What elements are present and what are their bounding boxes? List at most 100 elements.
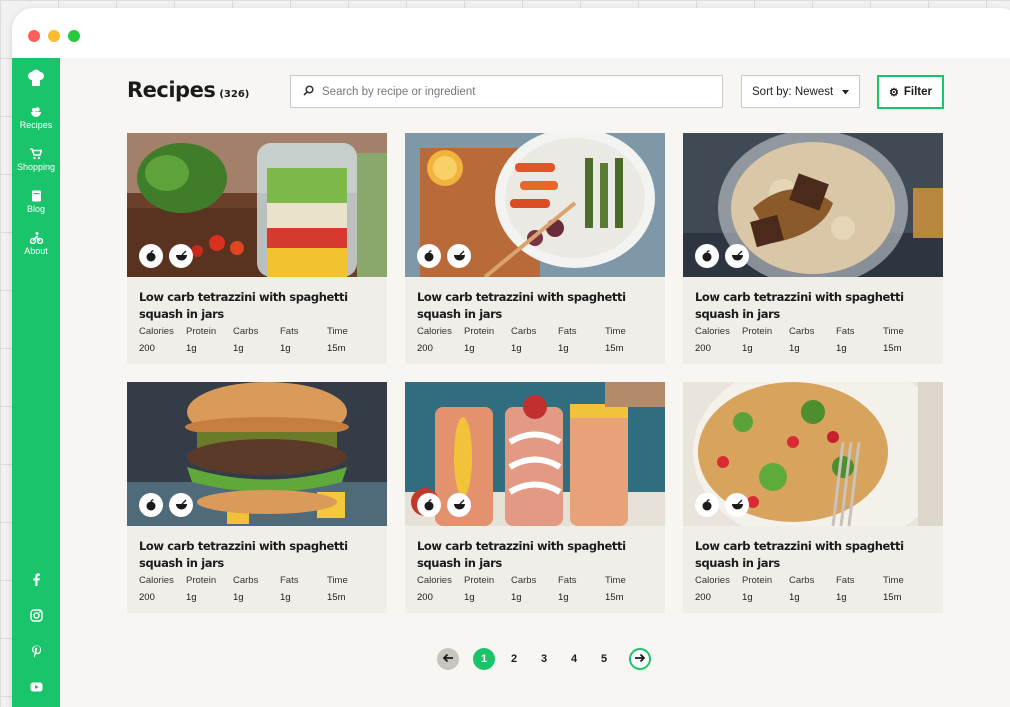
stat-time: Time 15m (327, 326, 367, 354)
sidebar: Recipes Shopping Blog About (12, 58, 60, 707)
sidebar-item-about[interactable]: About (12, 232, 60, 256)
pagination: 1 2 3 4 5 (437, 648, 659, 670)
instagram-icon[interactable] (12, 609, 60, 622)
sidebar-item-label: Shopping (16, 162, 56, 172)
stat-fats: Fats 1g (558, 575, 605, 603)
stat-label: Calories (417, 326, 452, 337)
stat-protein: Protein 1g (742, 575, 789, 603)
apple-icon[interactable] (695, 493, 719, 517)
stat-carbs: Carbs 1g (511, 575, 558, 603)
next-page-button[interactable] (629, 648, 651, 670)
search-box[interactable] (290, 75, 723, 108)
recipe-photo[interactable] (405, 133, 665, 277)
chef-hat-icon[interactable] (12, 68, 60, 93)
stat-fats: Fats 1g (280, 575, 327, 603)
stat-value: 200 (417, 592, 433, 603)
bowl-icon[interactable] (725, 493, 749, 517)
youtube-icon[interactable] (12, 682, 60, 692)
stat-value: 15m (883, 343, 902, 354)
stat-value: 200 (139, 343, 155, 354)
stat-value: 1g (280, 343, 291, 354)
filter-button[interactable]: ⚙ Filter (877, 75, 944, 109)
stat-label: Time (883, 575, 904, 586)
minimize-window-button[interactable] (48, 30, 60, 42)
facebook-icon[interactable] (12, 573, 60, 586)
recipe-title[interactable]: Low carb tetrazzini with spaghetti squas… (695, 289, 930, 323)
pinterest-icon[interactable] (12, 645, 60, 658)
bowl-icon[interactable] (447, 244, 471, 268)
stat-value: 1g (558, 343, 569, 354)
stat-label: Fats (280, 575, 299, 586)
page-button-4[interactable]: 4 (563, 648, 585, 670)
recipe-card[interactable]: Low carb tetrazzini with spaghetti squas… (127, 133, 387, 364)
recipe-photo[interactable] (405, 382, 665, 526)
recipe-photo[interactable] (127, 382, 387, 526)
stat-protein: Protein 1g (186, 326, 233, 354)
recipe-title[interactable]: Low carb tetrazzini with spaghetti squas… (695, 538, 930, 572)
caret-down-icon (842, 86, 849, 98)
stat-calories: Calories 200 (139, 326, 186, 354)
stat-time: Time 15m (605, 326, 645, 354)
recipe-stats: Calories 200 Protein 1g Carbs 1g Fats 1g Time 15m (139, 575, 367, 603)
recipe-photo[interactable] (683, 133, 943, 277)
stat-label: Calories (695, 326, 730, 337)
sidebar-item-label: About (24, 246, 48, 256)
stat-label: Carbs (233, 575, 259, 586)
stat-label: Fats (558, 575, 577, 586)
search-icon (303, 83, 314, 101)
stat-value: 15m (327, 592, 346, 603)
stat-label: Calories (417, 575, 452, 586)
stat-value: 1g (511, 343, 522, 354)
sort-label: Sort by: Newest (752, 85, 834, 98)
apple-icon[interactable] (417, 244, 441, 268)
search-input[interactable] (322, 85, 702, 98)
recipe-card[interactable]: Low carb tetrazzini with spaghetti squas… (683, 133, 943, 364)
stat-calories: Calories 200 (417, 326, 464, 354)
close-window-button[interactable] (28, 30, 40, 42)
recipe-card[interactable]: Low carb tetrazzini with spaghetti squas… (405, 382, 665, 613)
recipe-card[interactable]: Low carb tetrazzini with spaghetti squas… (127, 382, 387, 613)
bowl-icon[interactable] (725, 244, 749, 268)
bowl-icon[interactable] (447, 493, 471, 517)
stat-label: Carbs (789, 326, 815, 337)
recipe-card[interactable]: Low carb tetrazzini with spaghetti squas… (683, 382, 943, 613)
recipe-photo[interactable] (127, 133, 387, 277)
page-button-1[interactable]: 1 (473, 648, 495, 670)
page-button-5[interactable]: 5 (593, 648, 615, 670)
page-button-2[interactable]: 2 (503, 648, 525, 670)
bowl-icon[interactable] (169, 493, 193, 517)
apple-icon[interactable] (695, 244, 719, 268)
stat-value: 1g (511, 592, 522, 603)
stat-value: 1g (558, 592, 569, 603)
stat-value: 200 (695, 343, 711, 354)
stat-fats: Fats 1g (836, 575, 883, 603)
page-title-text: Recipes (127, 78, 216, 102)
apple-icon[interactable] (139, 244, 163, 268)
stat-label: Time (605, 575, 626, 586)
sidebar-item-label: Blog (26, 204, 45, 214)
recipe-stats: Calories 200 Protein 1g Carbs 1g Fats 1g Time 15m (695, 326, 923, 354)
sidebar-item-label: Recipes (19, 120, 53, 130)
sidebar-item-recipes[interactable]: Recipes (12, 106, 60, 130)
stat-time: Time 15m (883, 326, 923, 354)
sort-dropdown[interactable]: Sort by: Newest (741, 75, 860, 108)
recipe-title[interactable]: Low carb tetrazzini with spaghetti squas… (417, 289, 652, 323)
apple-icon[interactable] (139, 493, 163, 517)
recipe-card[interactable]: Low carb tetrazzini with spaghetti squas… (405, 133, 665, 364)
stat-value: 1g (742, 592, 753, 603)
recipe-title[interactable]: Low carb tetrazzini with spaghetti squas… (417, 538, 652, 572)
recipe-title[interactable]: Low carb tetrazzini with spaghetti squas… (139, 289, 374, 323)
stat-value: 1g (186, 343, 197, 354)
stat-time: Time 15m (605, 575, 645, 603)
sidebar-item-blog[interactable]: Blog (12, 190, 60, 214)
previous-page-button[interactable] (437, 648, 459, 670)
stat-carbs: Carbs 1g (511, 326, 558, 354)
bowl-icon[interactable] (169, 244, 193, 268)
apple-icon[interactable] (417, 493, 441, 517)
recipe-title[interactable]: Low carb tetrazzini with spaghetti squas… (139, 538, 374, 572)
sidebar-item-shopping[interactable]: Shopping (12, 148, 60, 172)
recipe-photo[interactable] (683, 382, 943, 526)
page-button-3[interactable]: 3 (533, 648, 555, 670)
stat-carbs: Carbs 1g (233, 326, 280, 354)
zoom-window-button[interactable] (68, 30, 80, 42)
